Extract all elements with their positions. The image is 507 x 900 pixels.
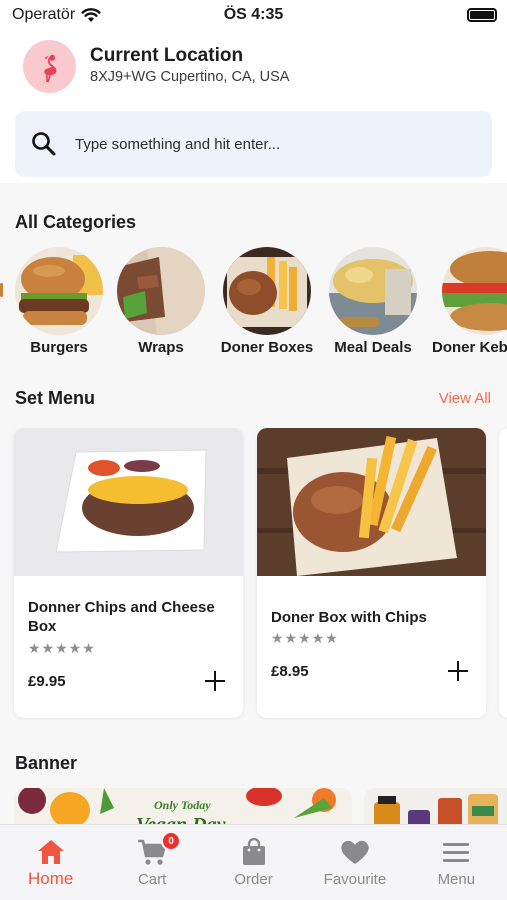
- status-bar: Operatör ÖS 4:35: [0, 0, 507, 30]
- view-all-link[interactable]: View All: [439, 390, 491, 407]
- categories-section-title: All Categories: [15, 212, 137, 232]
- donner-chips-cheese-image: [14, 428, 243, 576]
- category-list: Burgers Wraps Doner Boxes Meal Deals Don…: [0, 247, 507, 357]
- grocery-banner[interactable]: [364, 788, 507, 824]
- heart-icon: [340, 837, 370, 867]
- add-to-cart-button[interactable]: [446, 659, 470, 683]
- tab-favourite[interactable]: Favourite: [304, 825, 405, 900]
- banner-section-title: Banner: [15, 753, 78, 773]
- home-icon: [37, 837, 65, 867]
- carrier: Operatör: [12, 6, 101, 24]
- add-to-cart-button[interactable]: [203, 669, 227, 693]
- category-label: Doner Boxes: [220, 339, 314, 356]
- cart-count-badge: 0: [161, 831, 182, 851]
- tab-label: Order: [234, 871, 273, 888]
- burger-image: [15, 247, 103, 335]
- vegan-day-banner[interactable]: Only Today Vegan Day: [14, 788, 352, 824]
- partial-category-edge: [0, 283, 3, 297]
- doner-kebab-image: [442, 247, 507, 335]
- doner-box-image: [223, 247, 311, 335]
- location-title: Current Location: [90, 45, 244, 66]
- header: Current Location 8XJ9+WG Cupertino, CA, …: [0, 30, 507, 183]
- tab-home[interactable]: Home: [0, 825, 101, 900]
- tab-label: Menu: [437, 871, 476, 888]
- banner-headline: Only Today: [154, 798, 211, 812]
- category-doner-boxes[interactable]: Doner Boxes: [212, 247, 322, 356]
- tab-label: Favourite: [323, 871, 387, 888]
- meal-deal-image: [329, 247, 417, 335]
- flamingo-icon[interactable]: [23, 40, 76, 93]
- rating-stars: ★★★★★: [28, 640, 96, 656]
- menu-card[interactable]: Doner Box with Chips ★★★★★ £8.95: [257, 428, 486, 718]
- carrier-label: Operatör: [12, 6, 76, 23]
- category-label: Doner Kebab: [432, 339, 507, 356]
- banner-carousel: Only Today Vegan Day: [0, 788, 507, 824]
- bottom-tab-bar: Home 0 Cart Order Favourite Menu: [0, 824, 507, 900]
- set-menu-list: Donner Chips and Cheese Box ★★★★★ £9.95 …: [0, 428, 507, 720]
- category-burgers[interactable]: Burgers: [4, 247, 114, 356]
- menu-card-partial[interactable]: [499, 428, 507, 718]
- category-label: Wraps: [138, 339, 184, 356]
- doner-box-chips-image: [257, 428, 486, 576]
- tab-order[interactable]: Order: [203, 825, 304, 900]
- hamburger-menu-icon: [442, 837, 470, 867]
- menu-item-price: £9.95: [28, 673, 66, 690]
- category-meal-deals[interactable]: Meal Deals: [318, 247, 428, 356]
- menu-card[interactable]: Donner Chips and Cheese Box ★★★★★ £9.95: [14, 428, 243, 718]
- category-label: Meal Deals: [334, 339, 412, 356]
- tab-cart[interactable]: 0 Cart: [101, 825, 202, 900]
- category-wraps[interactable]: Wraps: [106, 247, 216, 356]
- menu-item-name: Doner Box with Chips: [271, 609, 427, 626]
- location-address[interactable]: 8XJ9+WG Cupertino, CA, USA: [90, 69, 289, 85]
- menu-item-name: Donner Chips and Cheese Box: [28, 599, 215, 635]
- menu-item-price: £8.95: [271, 663, 309, 680]
- tab-menu[interactable]: Menu: [406, 825, 507, 900]
- search-input[interactable]: [75, 135, 455, 153]
- search-bar[interactable]: [15, 111, 492, 177]
- category-label: Burgers: [30, 339, 88, 356]
- category-doner-kebab[interactable]: Doner Kebab: [424, 247, 507, 356]
- search-icon: [31, 130, 59, 158]
- wifi-icon: [81, 7, 101, 22]
- battery-level: [470, 11, 494, 19]
- cart-icon: 0: [137, 831, 182, 867]
- wrap-image: [117, 247, 205, 335]
- set-menu-title: Set Menu: [15, 388, 96, 408]
- banner-title: Vegan Day: [136, 814, 225, 824]
- battery-icon: [467, 8, 497, 22]
- rating-stars: ★★★★★: [271, 630, 339, 646]
- bag-icon: [241, 837, 267, 867]
- tab-label: Cart: [137, 871, 167, 888]
- tab-label: Home: [28, 869, 74, 888]
